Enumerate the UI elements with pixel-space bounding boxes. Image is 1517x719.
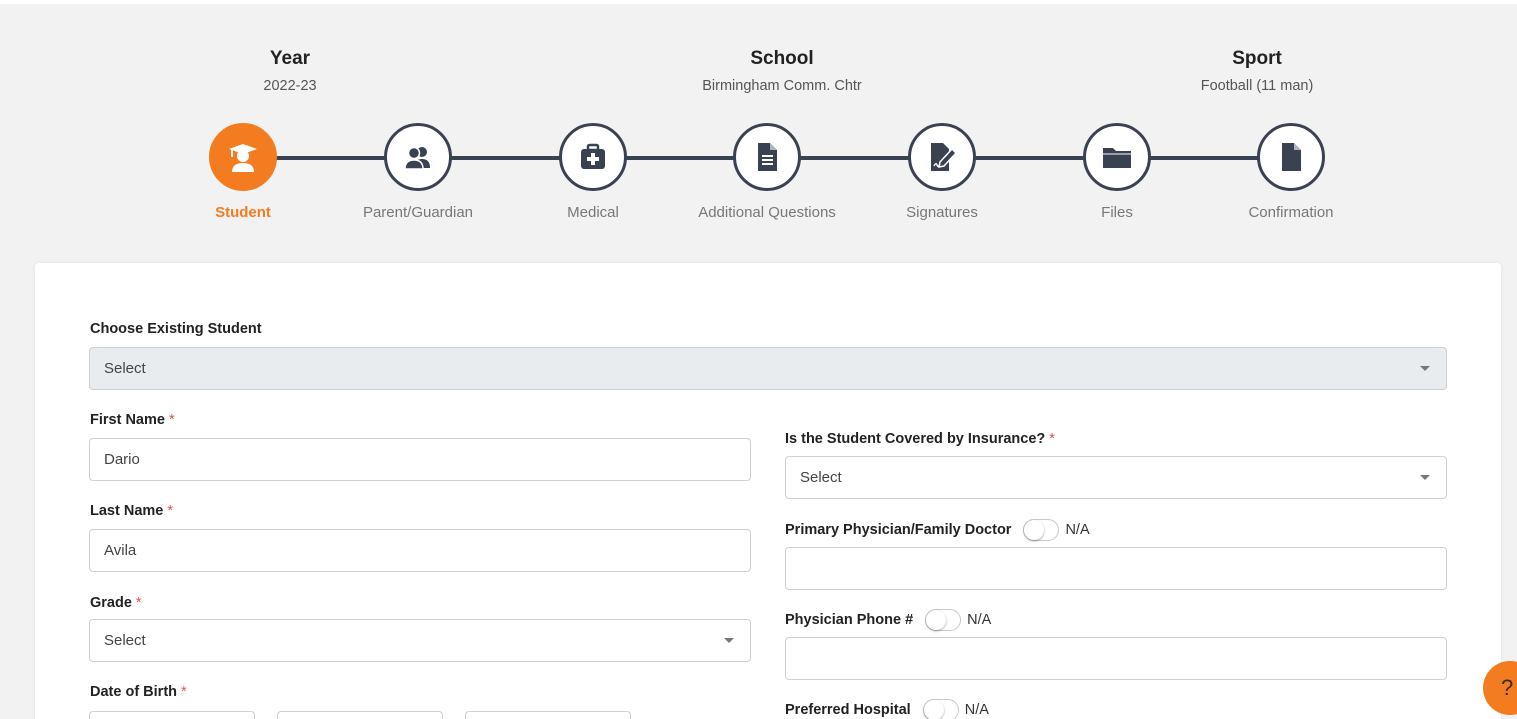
step-student[interactable]: Student (153, 123, 333, 221)
required-mark: * (167, 503, 173, 519)
na-label: N/A (967, 612, 992, 628)
step-label: Student (215, 204, 271, 221)
help-icon: ? (1501, 675, 1514, 700)
chevron-down-icon (1420, 475, 1430, 480)
insurance-label: Is the Student Covered by Insurance? * (785, 431, 1055, 447)
folder-icon (1083, 123, 1151, 191)
insurance-select[interactable]: Select (785, 456, 1447, 499)
physician-label: Primary Physician/Family Doctor N/A (785, 519, 1090, 541)
step-files[interactable]: Files (1027, 123, 1207, 221)
na-label: N/A (964, 702, 989, 718)
required-mark: * (181, 684, 187, 700)
physician-phone-na-toggle[interactable] (925, 609, 962, 631)
medical-kit-icon (559, 123, 627, 191)
year-label: Year (269, 48, 311, 69)
step-confirmation[interactable]: Confirmation (1201, 123, 1381, 221)
step-label: Additional Questions (698, 204, 836, 221)
last-name-input[interactable]: Avila (89, 529, 751, 572)
physician-input[interactable] (785, 547, 1447, 590)
required-mark: * (168, 412, 175, 428)
sport-info: Sport Football (11 man) (1157, 48, 1357, 94)
grade-label: Grade * (90, 595, 142, 611)
first-name-input[interactable]: Dario (89, 438, 751, 481)
step-signatures[interactable]: Signatures (852, 123, 1032, 221)
preferred-hospital-label: Preferred Hospital N/A (785, 699, 989, 719)
dob-day-select[interactable] (277, 711, 443, 719)
hospital-na-toggle[interactable] (922, 699, 959, 719)
physician-phone-label: Physician Phone # N/A (785, 609, 991, 631)
school-label: School (750, 48, 814, 69)
top-bar (0, 0, 1517, 4)
date-of-birth-label: Date of Birth * (90, 684, 187, 700)
users-icon (384, 123, 452, 191)
required-mark: * (135, 595, 142, 611)
select-value: Select (104, 360, 146, 377)
dob-year-select[interactable] (465, 711, 631, 719)
dob-month-select[interactable] (89, 711, 255, 719)
school-value: Birmingham Comm. Chtr (702, 78, 862, 94)
step-label: Medical (567, 204, 619, 221)
step-parent-guardian[interactable]: Parent/Guardian (328, 123, 508, 221)
choose-existing-student-label: Choose Existing Student (90, 321, 262, 337)
chevron-down-icon (1420, 366, 1430, 371)
step-label: Confirmation (1248, 204, 1334, 221)
sport-label: Sport (1232, 48, 1282, 69)
sport-value: Football (11 man) (1200, 78, 1314, 94)
last-name-label: Last Name * (90, 503, 173, 519)
document-icon (733, 123, 801, 191)
na-label: N/A (1065, 522, 1090, 538)
physician-phone-input[interactable] (785, 637, 1447, 680)
grade-select[interactable]: Select (89, 619, 751, 662)
chevron-down-icon (724, 638, 734, 643)
step-label: Parent/Guardian (362, 204, 474, 221)
signature-icon (908, 123, 976, 191)
year-value: 2022-23 (263, 78, 317, 94)
choose-existing-student-select[interactable]: Select (89, 347, 1447, 390)
file-icon (1257, 123, 1325, 191)
year-info: Year 2022-23 (190, 48, 390, 94)
graduate-student-icon (209, 123, 277, 191)
step-medical[interactable]: Medical (503, 123, 683, 221)
physician-na-toggle[interactable] (1023, 519, 1060, 541)
first-name-label: First Name * (90, 412, 175, 428)
step-additional-questions[interactable]: Additional Questions (677, 123, 857, 221)
step-label: Signatures (906, 204, 978, 221)
school-info: School Birmingham Comm. Chtr (632, 48, 932, 94)
required-mark: * (1049, 431, 1055, 447)
step-label: Files (1101, 204, 1133, 221)
